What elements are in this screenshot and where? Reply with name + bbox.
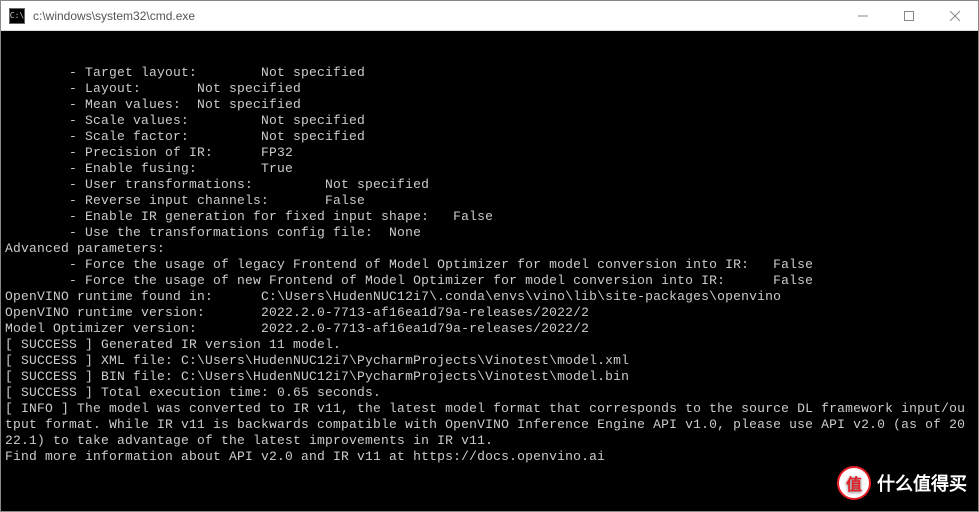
terminal-line: Find more information about API v2.0 and…: [5, 449, 974, 465]
terminal-line: - Scale values: Not specified: [5, 113, 974, 129]
watermark-badge-icon: 值: [837, 466, 871, 500]
terminal-line: Advanced parameters:: [5, 241, 974, 257]
terminal-line: - Enable fusing: True: [5, 161, 974, 177]
close-button[interactable]: [932, 1, 978, 31]
terminal-line: OpenVINO runtime version: 2022.2.0-7713-…: [5, 305, 974, 321]
terminal-line: - Force the usage of legacy Frontend of …: [5, 257, 974, 273]
watermark-text: 什么值得买: [877, 470, 967, 496]
window-controls: [840, 1, 978, 31]
terminal-line: - Reverse input channels: False: [5, 193, 974, 209]
terminal-line: - Use the transformations config file: N…: [5, 225, 974, 241]
terminal-line: - Force the usage of new Frontend of Mod…: [5, 273, 974, 289]
terminal-line: - Precision of IR: FP32: [5, 145, 974, 161]
terminal-line: tput format. While IR v11 is backwards c…: [5, 417, 974, 433]
terminal-line: [ INFO ] The model was converted to IR v…: [5, 401, 974, 417]
terminal-line: [ SUCCESS ] BIN file: C:\Users\HudenNUC1…: [5, 369, 974, 385]
window-title: c:\windows\system32\cmd.exe: [33, 9, 840, 23]
terminal-line: 22.1) to take advantage of the latest im…: [5, 433, 974, 449]
cmd-window: C:\ c:\windows\system32\cmd.exe - Target…: [0, 0, 979, 512]
terminal-line: [ SUCCESS ] XML file: C:\Users\HudenNUC1…: [5, 353, 974, 369]
terminal-line: - Scale factor: Not specified: [5, 129, 974, 145]
terminal-line: [ SUCCESS ] Generated IR version 11 mode…: [5, 337, 974, 353]
terminal-line: - Mean values: Not specified: [5, 97, 974, 113]
terminal-line: - User transformations: Not specified: [5, 177, 974, 193]
maximize-button[interactable]: [886, 1, 932, 31]
terminal-line: - Target layout: Not specified: [5, 65, 974, 81]
terminal-output[interactable]: - Target layout: Not specified - Layout:…: [1, 31, 978, 511]
terminal-line: [ SUCCESS ] Total execution time: 0.65 s…: [5, 385, 974, 401]
cmd-icon: C:\: [9, 8, 25, 24]
watermark: 值 什么值得买: [837, 466, 967, 500]
terminal-line: Model Optimizer version: 2022.2.0-7713-a…: [5, 321, 974, 337]
terminal-line: - Layout: Not specified: [5, 81, 974, 97]
terminal-line: - Enable IR generation for fixed input s…: [5, 209, 974, 225]
titlebar[interactable]: C:\ c:\windows\system32\cmd.exe: [1, 1, 978, 31]
terminal-line: OpenVINO runtime found in: C:\Users\Hude…: [5, 289, 974, 305]
minimize-button[interactable]: [840, 1, 886, 31]
